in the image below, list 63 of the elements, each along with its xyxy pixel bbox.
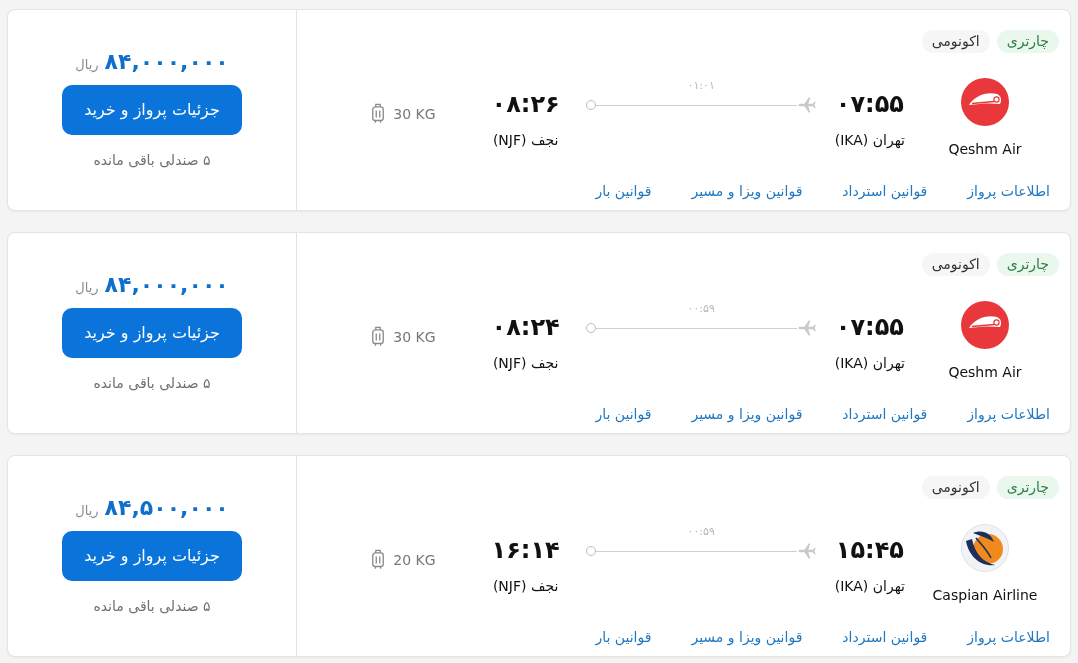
details-and-buy-button[interactable]: جزئیات پرواز و خرید: [62, 531, 242, 581]
airline-name: Qeshm Air: [948, 140, 1022, 159]
rules-link[interactable]: قوانین ویزا و مسیر: [691, 181, 803, 201]
charter-badge: چارتری: [996, 476, 1059, 499]
price: ۸۴,۰۰۰,۰۰۰: [104, 48, 229, 76]
seats-left-text: ۵ صندلی باقی مانده: [93, 597, 211, 616]
seats-left-text: ۵ صندلی باقی مانده: [93, 374, 211, 393]
arrival-time: ۰۸:۲۶: [491, 89, 560, 119]
price: ۸۴,۰۰۰,۰۰۰: [104, 271, 229, 299]
departure-time: ۰۷:۵۵: [835, 312, 904, 342]
rules-link[interactable]: قوانین بار: [595, 404, 652, 424]
flight-duration: ۰۰:۵۹: [687, 524, 715, 540]
arrival-city: نجف (NJF): [492, 354, 559, 373]
swoosh-logo-icon: [961, 301, 1009, 349]
charter-badge: چارتری: [996, 30, 1059, 53]
cabin-class-badge: اکونومی: [921, 30, 990, 53]
bird-logo-icon: [961, 524, 1009, 572]
rules-link[interactable]: اطلاعات پرواز: [967, 627, 1050, 647]
luggage-icon: [371, 103, 386, 124]
baggage-allowance: 30 KG: [393, 104, 436, 124]
cabin-class-badge: اکونومی: [921, 253, 990, 276]
arrival-city: نجف (NJF): [492, 131, 559, 150]
departure-city: تهران (IKA): [834, 354, 905, 373]
flight-duration: ۰۰:۵۹: [687, 301, 715, 317]
charter-badge: چارتری: [996, 253, 1059, 276]
rules-link[interactable]: قوانین ویزا و مسیر: [691, 627, 803, 647]
rules-link[interactable]: قوانین بار: [595, 627, 652, 647]
airline-name: Qeshm Air: [948, 363, 1022, 382]
plane-icon: [796, 541, 817, 561]
departure-city: تهران (IKA): [834, 577, 905, 596]
baggage-allowance: 20 KG: [393, 550, 436, 570]
rules-link[interactable]: اطلاعات پرواز: [967, 404, 1050, 424]
swoosh-logo-icon: [961, 78, 1009, 126]
departure-time: ۱۵:۴۵: [835, 535, 904, 565]
rules-link[interactable]: اطلاعات پرواز: [967, 181, 1050, 201]
route-end-icon: [585, 100, 596, 110]
currency-label: ریال: [75, 56, 99, 74]
plane-icon: [796, 95, 817, 115]
luggage-icon: [371, 549, 386, 570]
rules-link[interactable]: قوانین استرداد: [842, 404, 928, 424]
route-end-icon: [585, 546, 596, 556]
rules-link[interactable]: قوانین استرداد: [842, 181, 928, 201]
seats-left-text: ۵ صندلی باقی مانده: [93, 151, 211, 170]
arrival-city: نجف (NJF): [492, 577, 559, 596]
currency-label: ریال: [75, 502, 99, 520]
rules-link[interactable]: قوانین استرداد: [842, 627, 928, 647]
rules-link[interactable]: قوانین بار: [595, 181, 652, 201]
currency-label: ریال: [75, 279, 99, 297]
arrival-time: ۱۶:۱۴: [491, 535, 560, 565]
details-and-buy-button[interactable]: جزئیات پرواز و خرید: [62, 85, 242, 135]
airline-name: Caspian Airline: [932, 586, 1038, 605]
arrival-time: ۰۸:۲۴: [491, 312, 560, 342]
rules-link[interactable]: قوانین ویزا و مسیر: [691, 404, 803, 424]
baggage-allowance: 30 KG: [393, 327, 436, 347]
cabin-class-badge: اکونومی: [921, 476, 990, 499]
departure-city: تهران (IKA): [834, 131, 905, 150]
price: ۸۴,۵۰۰,۰۰۰: [104, 494, 229, 522]
details-and-buy-button[interactable]: جزئیات پرواز و خرید: [62, 308, 242, 358]
route-end-icon: [585, 323, 596, 333]
plane-icon: [796, 318, 817, 338]
departure-time: ۰۷:۵۵: [835, 89, 904, 119]
luggage-icon: [371, 326, 386, 347]
flight-duration: ۰۱:۰۱: [687, 78, 715, 94]
